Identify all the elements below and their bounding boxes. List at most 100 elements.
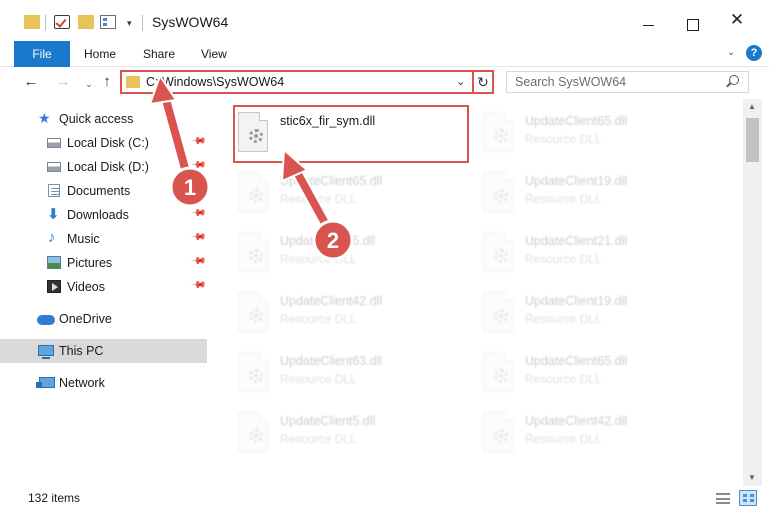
folder-icon[interactable] — [24, 15, 40, 29]
sidebar-item-this-pc[interactable]: This PC — [0, 339, 207, 363]
search-input[interactable] — [507, 72, 722, 92]
properties-list-icon[interactable] — [100, 15, 116, 29]
properties-check-icon[interactable] — [54, 15, 70, 29]
sidebar-item-documents[interactable]: Documents 📌 — [0, 179, 207, 203]
sidebar-item-label: Local Disk (C:) — [67, 136, 149, 150]
file-name: UpdateClient5.dll — [280, 414, 376, 428]
computer-icon — [38, 345, 54, 359]
pin-icon[interactable]: 📌 — [190, 133, 207, 150]
file-type: Resource DLL — [525, 432, 602, 446]
file-name: UpdateClient21.dll — [525, 234, 628, 248]
sidebar-item-network[interactable]: Network — [0, 371, 207, 395]
recent-locations-icon[interactable]: ⌄ — [80, 75, 98, 93]
tab-home[interactable]: Home — [84, 41, 116, 67]
ribbon-tabs: File Home Share View ⌄ ? — [0, 40, 769, 67]
maximize-button[interactable] — [669, 0, 715, 40]
address-dropdown-icon[interactable]: ⌄ — [456, 75, 465, 88]
sidebar-item-onedrive[interactable]: OneDrive — [0, 307, 207, 331]
pin-icon[interactable]: 📌 — [190, 181, 207, 198]
scrollbar-thumb[interactable] — [746, 118, 759, 162]
title-bar: ▾ SysWOW64 ✕ — [0, 0, 769, 40]
file-item[interactable]: UpdateClient21.dll Resource DLL — [479, 228, 719, 284]
refresh-button[interactable]: ↻ — [472, 70, 494, 94]
file-name: UpdateClient65.dll — [525, 354, 628, 368]
dll-file-icon — [238, 352, 268, 392]
file-type: Resource DLL — [280, 192, 357, 206]
file-item[interactable]: UpdateClient42.dll Resource DLL — [479, 408, 719, 464]
sidebar-item-label: Documents — [67, 184, 131, 198]
file-item[interactable]: UpdateClient42.dll Resource DLL — [234, 288, 474, 344]
scroll-down-icon[interactable]: ▼ — [748, 473, 756, 482]
documents-icon — [48, 184, 60, 197]
highlight-box-file — [233, 105, 469, 163]
sidebar-item-pictures[interactable]: Pictures 📌 — [0, 251, 207, 275]
sidebar-item-downloads[interactable]: ⬇ Downloads 📌 — [0, 203, 207, 227]
sidebar-item-label: OneDrive — [59, 312, 112, 326]
file-item[interactable]: UpdateClient19.dll Resource DLL — [479, 168, 719, 224]
large-icons-view-icon[interactable] — [739, 490, 757, 506]
expand-ribbon-icon[interactable]: ⌄ — [727, 47, 735, 58]
dll-file-icon — [483, 292, 513, 332]
up-arrow-icon[interactable]: ↑ — [98, 73, 116, 91]
quick-access-divider — [45, 15, 46, 31]
tab-share[interactable]: Share — [143, 41, 175, 67]
file-name: UpdateClient5.dll — [280, 234, 376, 248]
sidebar-item-music[interactable]: ♪ Music 📌 — [0, 227, 207, 251]
file-item[interactable]: UpdateClient63.dll Resource DLL — [234, 348, 474, 404]
pin-icon[interactable]: 📌 — [190, 157, 207, 174]
file-item[interactable]: UpdateClient5.dll Resource DLL — [234, 408, 474, 464]
sidebar-item-local-disk-d[interactable]: Local Disk (D:) 📌 — [0, 155, 207, 179]
tab-view[interactable]: View — [201, 41, 227, 67]
details-view-icon[interactable] — [716, 493, 730, 504]
search-icon[interactable] — [729, 75, 739, 85]
minimize-button[interactable] — [625, 0, 671, 40]
file-item[interactable]: UpdateClient5.dll Resource DLL — [234, 228, 474, 284]
pictures-icon — [47, 256, 61, 269]
file-type: Resource DLL — [525, 372, 602, 386]
search-box[interactable] — [506, 71, 749, 93]
sidebar-item-label: Pictures — [67, 256, 113, 270]
file-item[interactable]: UpdateClient19.dll Resource DLL — [479, 288, 719, 344]
dll-file-icon — [238, 292, 268, 332]
pin-icon[interactable]: 📌 — [190, 277, 207, 294]
file-name: UpdateClient42.dll — [525, 414, 628, 428]
file-list: stic6x_fir_sym.dll UpdateClient65.dll Re… — [210, 99, 743, 486]
sidebar-item-videos[interactable]: Videos 📌 — [0, 275, 207, 299]
file-name: UpdateClient63.dll — [280, 354, 383, 368]
item-count: 132 items — [28, 491, 81, 505]
gear-icon — [249, 309, 263, 323]
sidebar-item-local-disk-c[interactable]: Local Disk (C:) 📌 — [0, 131, 207, 155]
file-type: Resource DLL — [280, 432, 357, 446]
file-item[interactable]: UpdateClient65.dll Resource DLL — [234, 168, 474, 224]
dll-file-icon — [238, 232, 268, 272]
gear-icon — [249, 189, 263, 203]
music-note-icon: ♪ — [48, 229, 56, 246]
file-item[interactable]: UpdateClient65.dll Resource DLL — [479, 108, 719, 164]
gear-icon — [249, 249, 263, 263]
new-folder-icon[interactable] — [78, 15, 94, 29]
sidebar-item-quick-access[interactable]: ★ Quick access — [0, 107, 207, 131]
back-arrow-icon[interactable]: ← — [22, 73, 40, 91]
customize-toolbar-dropdown-icon[interactable]: ▾ — [127, 18, 132, 29]
sidebar-item-label: Quick access — [59, 112, 134, 126]
scroll-up-icon[interactable]: ▲ — [748, 102, 756, 111]
file-name: UpdateClient65.dll — [280, 174, 383, 188]
file-item[interactable]: UpdateClient65.dll Resource DLL — [479, 348, 719, 404]
file-name: UpdateClient65.dll — [525, 114, 628, 128]
tab-file[interactable]: File — [14, 41, 70, 67]
dll-file-icon — [483, 232, 513, 272]
cloud-icon — [37, 315, 55, 325]
close-button[interactable]: ✕ — [714, 0, 760, 40]
dll-file-icon — [238, 412, 268, 452]
pin-icon[interactable]: 📌 — [190, 229, 207, 246]
address-bar[interactable]: C:\Windows\SysWOW64 ⌄ — [120, 70, 475, 94]
address-path[interactable]: C:\Windows\SysWOW64 — [146, 75, 284, 89]
pin-icon[interactable]: 📌 — [190, 253, 207, 270]
forward-arrow-icon[interactable]: → — [54, 73, 72, 91]
help-icon[interactable]: ? — [746, 45, 762, 61]
vertical-scrollbar[interactable]: ▲ ▼ — [743, 99, 762, 486]
gear-icon — [249, 369, 263, 383]
pin-icon[interactable]: 📌 — [190, 205, 207, 222]
gear-icon — [494, 429, 508, 443]
file-name: UpdateClient19.dll — [525, 174, 628, 188]
